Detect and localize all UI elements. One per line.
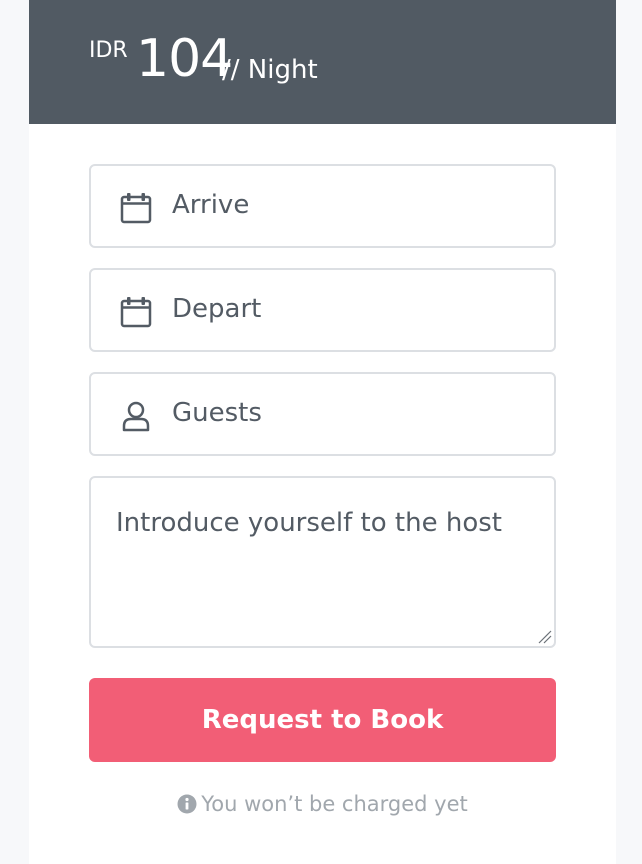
depart-date-field[interactable]: Depart [89,268,556,352]
price-header: IDR 104 // Night [29,0,616,124]
price-currency: IDR [89,38,128,63]
message-placeholder: Introduce yourself to the host [116,508,502,538]
arrive-label: Arrive [172,190,250,220]
guests-label: Guests [172,398,262,428]
booking-card: IDR 104 // Night Arrive Depart Guests In… [29,0,616,864]
user-icon [119,399,153,433]
charge-note-text: You won’t be charged yet [201,792,468,816]
price-amount: 104 [136,29,233,89]
guests-field[interactable]: Guests [89,372,556,456]
charge-note: You won’t be charged yet [29,792,616,819]
price-period: // Night [222,55,318,85]
calendar-icon [119,191,153,225]
arrive-date-field[interactable]: Arrive [89,164,556,248]
resize-handle-icon[interactable] [536,628,552,644]
request-to-book-button[interactable]: Request to Book [89,678,556,762]
calendar-icon [119,295,153,329]
info-icon [177,794,197,819]
depart-label: Depart [172,294,262,324]
message-textarea[interactable]: Introduce yourself to the host [89,476,556,648]
